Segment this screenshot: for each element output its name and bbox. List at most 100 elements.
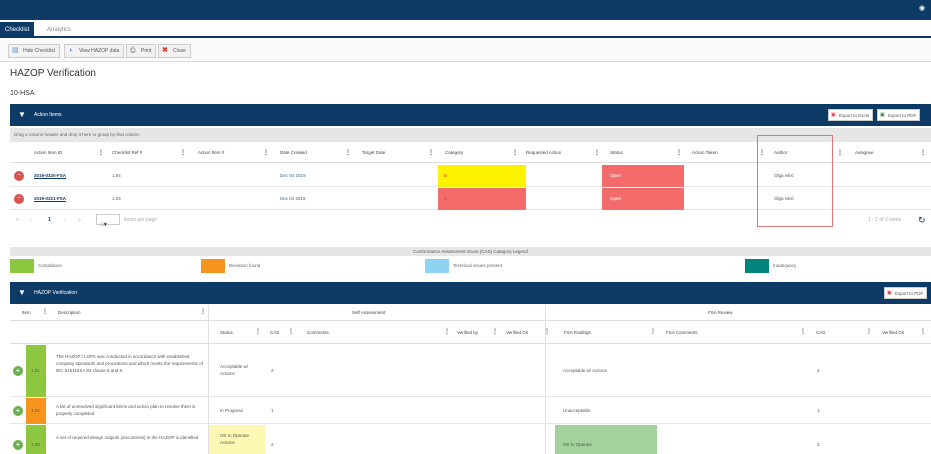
- self-cas: 2: [271, 442, 274, 447]
- column-menu-icon[interactable]: ⋮: [288, 328, 294, 335]
- export-excel-button[interactable]: ▣ Export to Excel: [828, 109, 874, 121]
- col-status[interactable]: Status: [220, 330, 233, 335]
- col-action-taken[interactable]: Action Taken: [692, 143, 718, 163]
- delete-row-icon[interactable]: −: [14, 171, 24, 181]
- date-created-cell: Dec 04 2019: [280, 173, 306, 178]
- col-verified-by[interactable]: Verified by: [457, 330, 478, 335]
- close-label: Close: [173, 48, 186, 54]
- add-row-icon[interactable]: +: [13, 366, 23, 376]
- column-menu-icon[interactable]: ⋮: [263, 143, 269, 163]
- export-pdf-button[interactable]: ▣ Export to PDF: [884, 287, 928, 299]
- first-page-button[interactable]: «: [16, 210, 19, 230]
- column-menu-icon[interactable]: ⋮: [444, 328, 450, 335]
- column-menu-icon[interactable]: ⋮: [512, 143, 518, 163]
- cas-legend-title: Conformance Assessment Score (CAS) Categ…: [10, 247, 931, 256]
- col-action-item-id[interactable]: Action Item ID: [34, 143, 62, 163]
- column-menu-icon[interactable]: ⋮: [920, 328, 926, 335]
- checklist-ref-cell: 1.04: [112, 173, 121, 178]
- item-number: 1.02: [31, 408, 40, 413]
- self-status: In Progress: [220, 408, 244, 413]
- filter-icon[interactable]: ▼: [18, 110, 26, 119]
- col-requested-action[interactable]: Requested Action: [526, 143, 561, 163]
- current-page[interactable]: 1: [48, 210, 51, 230]
- add-row-icon[interactable]: +: [13, 440, 23, 450]
- user-icon[interactable]: ◉: [919, 4, 927, 12]
- fsa-findings: OK to Operate: [563, 442, 593, 447]
- tab-bar: Checklist Analytics: [0, 20, 931, 38]
- column-menu-icon[interactable]: ⋮: [255, 328, 261, 335]
- col-assignee[interactable]: Assignee: [855, 143, 874, 163]
- export-pdf-label: Export to PDF: [895, 291, 924, 296]
- checklist-ref-cell: 1.04: [112, 196, 121, 201]
- refresh-icon[interactable]: ↻: [918, 210, 926, 230]
- pdf-icon: ▣: [831, 112, 836, 118]
- next-page-button[interactable]: ›: [64, 210, 66, 230]
- category-value: B: [444, 173, 448, 178]
- col-comments[interactable]: Comments: [307, 330, 329, 335]
- column-menu-icon[interactable]: ⋮: [676, 143, 682, 163]
- col-date-created[interactable]: Date Created: [280, 143, 307, 163]
- hazop-column-header: Status ⋮ CAS ⋮ Comments ⋮ Verified by ⋮ …: [10, 322, 931, 344]
- prev-page-button[interactable]: ‹: [30, 210, 32, 230]
- column-menu-icon[interactable]: ⋮: [800, 328, 806, 335]
- col-category[interactable]: Category: [445, 143, 463, 163]
- page-size-select[interactable]: 10 ▼: [96, 214, 120, 228]
- item-description: The HAZOP / LOPA was conducted in accord…: [56, 354, 203, 373]
- delete-row-icon[interactable]: −: [14, 194, 24, 204]
- column-menu-icon[interactable]: ⋮: [492, 328, 498, 335]
- view-icon: ◑: [68, 47, 73, 54]
- hide-checklist-button[interactable]: ▤ Hide Checklist: [8, 44, 60, 58]
- action-item-id-link[interactable]: 2019-0320-FSA: [34, 165, 66, 187]
- export-pdf-button[interactable]: ▣ Export to PDF: [877, 109, 921, 121]
- page-subtitle: 10-HSA: [10, 90, 35, 97]
- col-description[interactable]: Description: [58, 310, 81, 315]
- status-value: Open: [610, 196, 622, 201]
- tab-checklist[interactable]: Checklist: [0, 22, 35, 38]
- view-hazop-button[interactable]: ◑ View HAZOP data: [64, 44, 125, 58]
- column-menu-icon[interactable]: ⋮: [650, 328, 656, 335]
- col-target-date[interactable]: Target Date: [362, 143, 385, 163]
- fsa-findings: Acceptable w/ Actions: [563, 368, 607, 373]
- col-cas[interactable]: CAS: [270, 330, 279, 335]
- legend-item-inadequacy: Inadequacy: [745, 259, 925, 273]
- col-checklist-ref[interactable]: Checklist Ref #: [112, 143, 142, 163]
- column-menu-icon[interactable]: ⋮: [837, 143, 843, 163]
- col-action-item-num[interactable]: Action Item #: [198, 143, 224, 163]
- table-row: + 1.03 A set of required design outputs …: [10, 425, 931, 454]
- table-row: + 1.01 The HAZOP / LOPA was conducted in…: [10, 345, 931, 397]
- fsa-cas: 1: [817, 408, 820, 413]
- legend-swatch-teal: [745, 259, 769, 273]
- print-label: Print: [141, 48, 152, 54]
- add-row-icon[interactable]: +: [13, 406, 23, 416]
- tab-analytics[interactable]: Analytics: [42, 22, 76, 38]
- excel-icon: ▣: [880, 112, 885, 118]
- column-menu-icon[interactable]: ⋮: [42, 308, 48, 315]
- col-fsa-cas[interactable]: CAS: [816, 330, 825, 335]
- legend-swatch-orange: [201, 259, 225, 273]
- column-menu-icon[interactable]: ⋮: [345, 143, 351, 163]
- action-item-id-link[interactable]: 2019-0321-FSA: [34, 188, 66, 210]
- col-verified-on[interactable]: Verified On: [506, 330, 528, 335]
- column-menu-icon[interactable]: ⋮: [920, 143, 926, 163]
- list-icon: ▤: [12, 47, 19, 54]
- col-fsa-verified-on[interactable]: Verified On: [882, 330, 904, 335]
- column-menu-icon[interactable]: ⋮: [180, 143, 186, 163]
- filter-icon[interactable]: ▼: [18, 288, 26, 297]
- column-menu-icon[interactable]: ⋮: [98, 143, 104, 163]
- column-menu-icon[interactable]: ⋮: [428, 143, 434, 163]
- col-fsa-findings[interactable]: FSA Findings: [564, 330, 591, 335]
- column-menu-icon[interactable]: ⋮: [866, 328, 872, 335]
- col-item[interactable]: Item: [22, 310, 31, 315]
- col-fsa-comments[interactable]: FSA Comments: [666, 330, 698, 335]
- column-menu-icon[interactable]: ⋮: [594, 143, 600, 163]
- fsa-cas: 2: [817, 442, 820, 447]
- col-status[interactable]: Status: [610, 143, 623, 163]
- last-page-button[interactable]: »: [78, 210, 81, 230]
- pager: « ‹ 1 › » 10 ▼ items per page 1 - 2 of 2…: [10, 210, 931, 230]
- print-button[interactable]: ⎙ Print: [126, 44, 157, 58]
- fsa-findings-highlight: [555, 425, 657, 454]
- status-value: Open: [610, 173, 622, 178]
- close-button[interactable]: ✖ Close: [158, 44, 191, 58]
- column-menu-icon[interactable]: ⋮: [200, 308, 206, 315]
- legend-item-technical: Technical issues present: [425, 259, 625, 273]
